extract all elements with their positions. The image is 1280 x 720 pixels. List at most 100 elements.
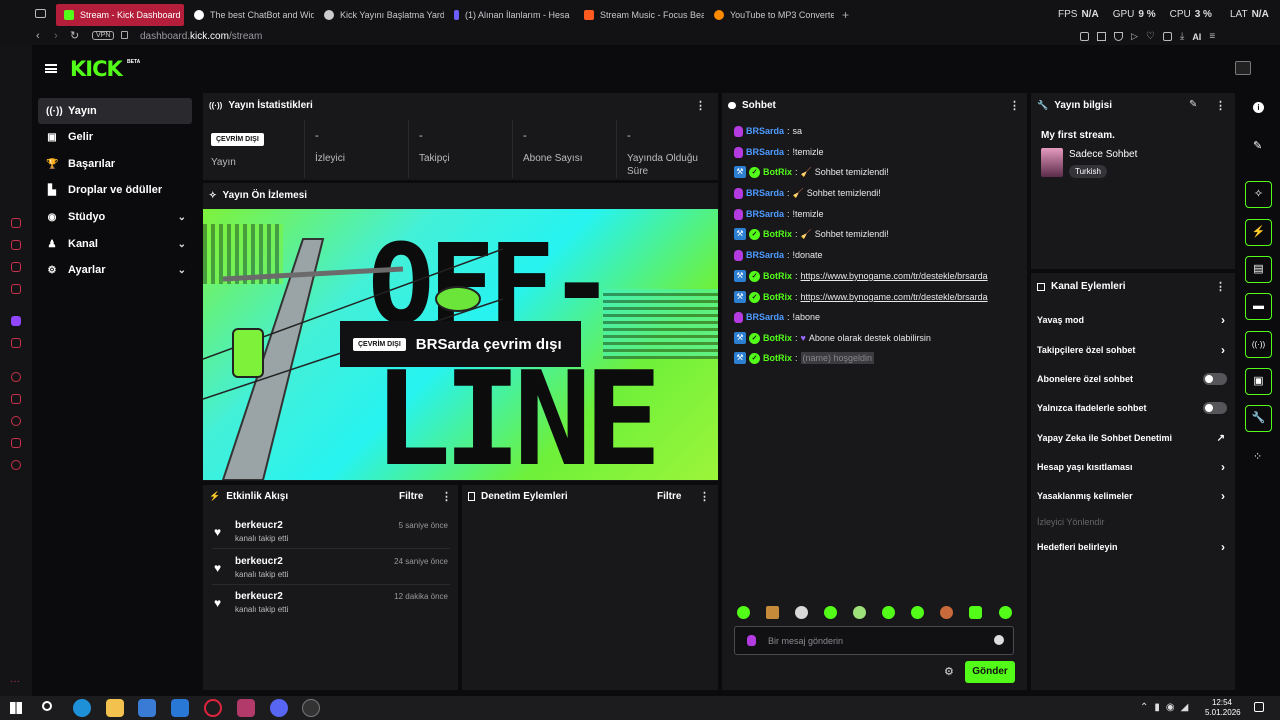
emote-icon[interactable] bbox=[766, 606, 779, 619]
channel-actions-menu-icon[interactable]: ⋮ bbox=[1215, 280, 1226, 293]
subscribers-only-toggle[interactable] bbox=[1203, 373, 1227, 385]
sidebar-app-icon[interactable] bbox=[11, 394, 21, 404]
dock-moderation-button[interactable]: ▤ bbox=[1245, 256, 1272, 283]
clock[interactable]: 12:54 5.01.2026 bbox=[1205, 698, 1241, 718]
snapshot-icon[interactable] bbox=[1097, 32, 1106, 41]
reload-icon[interactable]: ↻ bbox=[70, 29, 79, 42]
chat-user[interactable]: BotRix bbox=[763, 167, 792, 177]
category-name[interactable]: Sadece Sohbet bbox=[1069, 149, 1137, 160]
download-icon[interactable]: ⤓ bbox=[1180, 31, 1184, 42]
chat-message[interactable]: ⚒ ✓ BotRix: https://www.bynogame.com/tr/des… bbox=[734, 289, 988, 305]
emote-icon[interactable] bbox=[882, 606, 895, 619]
chat-message[interactable]: BRSarda: !temizle bbox=[734, 206, 824, 222]
emote-icon[interactable] bbox=[795, 606, 808, 619]
chat-user[interactable]: BotRix bbox=[763, 292, 792, 302]
sidebar-app-icon[interactable] bbox=[11, 338, 21, 348]
tab-youtube-mp3[interactable]: YouTube to MP3 Converte bbox=[706, 4, 834, 26]
store-icon[interactable] bbox=[138, 699, 156, 717]
stream-info-menu-icon[interactable]: ⋮ bbox=[1215, 99, 1226, 112]
emote-icon[interactable] bbox=[911, 606, 924, 619]
ai-label[interactable]: AI bbox=[1192, 32, 1201, 42]
chat-user[interactable]: BotRix bbox=[763, 353, 792, 363]
chat-message[interactable]: BRSarda: sa bbox=[734, 123, 802, 139]
dock-preview-button[interactable]: ✧ bbox=[1245, 181, 1272, 208]
forward-icon[interactable]: › bbox=[54, 30, 58, 42]
emote-icon[interactable] bbox=[969, 606, 982, 619]
dock-activity-button[interactable]: ⚡ bbox=[1245, 219, 1272, 246]
settings-icon[interactable] bbox=[11, 460, 21, 470]
url-text[interactable]: dashboard.kick.com/stream bbox=[140, 31, 262, 42]
emote-icon[interactable] bbox=[940, 606, 953, 619]
emote-icon[interactable] bbox=[853, 606, 866, 619]
discord-icon[interactable] bbox=[270, 699, 288, 717]
menu-icon[interactable]: ≡ bbox=[1209, 31, 1215, 42]
language-tag[interactable]: Turkish bbox=[1069, 165, 1107, 178]
nav-item-revenue[interactable]: ▣ Gelir bbox=[38, 124, 192, 150]
chat-message[interactable]: ⚒ ✓ BotRix: 🧹 Sohbet temizlendi! bbox=[734, 226, 889, 242]
activity-event[interactable]: ♥ berkeucr2 kanalı takip etti 5 saniye önce bbox=[212, 515, 450, 549]
action-ai-moderation[interactable]: Yapay Zeka ile Sohbet Denetimi ↗ bbox=[1037, 428, 1227, 448]
nav-item-settings[interactable]: ⚙ Ayarlar ⌄ bbox=[38, 257, 192, 283]
info-icon[interactable]: i bbox=[1253, 102, 1264, 113]
pin-icon[interactable] bbox=[1080, 32, 1089, 41]
chevron-down-icon[interactable]: ⌄ bbox=[178, 239, 186, 250]
emoji-picker-icon[interactable] bbox=[994, 635, 1004, 645]
chat-input[interactable]: Bir mesaj gönderin bbox=[734, 626, 1014, 655]
sidebar-app-icon[interactable] bbox=[11, 372, 21, 382]
obs-icon[interactable] bbox=[302, 699, 320, 717]
chat-message[interactable]: ⚒ ✓ BotRix: (name) hoşgeldin bbox=[734, 350, 875, 366]
hamburger-menu-icon[interactable] bbox=[45, 64, 57, 73]
back-icon[interactable]: ‹ bbox=[36, 30, 40, 42]
chat-message[interactable]: BRSarda: !temizle bbox=[734, 144, 824, 160]
dock-stats-button[interactable]: ((·)) bbox=[1245, 331, 1272, 358]
tab-stream-music[interactable]: Stream Music - Focus Bea bbox=[576, 4, 704, 26]
action-set-goals[interactable]: Hedefleri belirleyin › bbox=[1037, 537, 1227, 557]
vpn-badge[interactable]: VPN bbox=[92, 31, 115, 40]
chat-user[interactable]: BRSarda bbox=[746, 188, 784, 198]
moderation-filter-button[interactable]: Filtre bbox=[657, 491, 681, 502]
sidebar-app-icon[interactable] bbox=[11, 416, 21, 426]
pencil-icon[interactable]: ✎ bbox=[1253, 139, 1262, 152]
chevron-down-icon[interactable]: ⌄ bbox=[178, 212, 186, 223]
activity-filter-button[interactable]: Filtre bbox=[399, 491, 423, 502]
system-tray-icons[interactable]: ⌃▮◉◢ bbox=[1140, 702, 1194, 713]
chat-link[interactable]: https://www.bynogame.com/tr/destekle/brs… bbox=[801, 292, 988, 302]
chat-user[interactable]: BRSarda bbox=[746, 126, 784, 136]
tab-listings[interactable]: (1) Alınan İlanlarım - Hesa bbox=[446, 4, 574, 26]
chevron-down-icon[interactable]: ⌄ bbox=[178, 265, 186, 276]
sidebar-app-icon[interactable] bbox=[11, 284, 21, 294]
shield-icon[interactable] bbox=[1114, 32, 1123, 41]
tab-kick-dashboard[interactable]: Stream - Kick Dashboard bbox=[56, 4, 184, 26]
tab-chatbot[interactable]: The best ChatBot and Wid bbox=[186, 4, 314, 26]
chat-link[interactable]: https://www.bynogame.com/tr/destekle/brs… bbox=[801, 271, 988, 281]
chat-menu-icon[interactable]: ⋮ bbox=[1009, 99, 1020, 112]
heart-icon[interactable]: ♡ bbox=[1146, 31, 1155, 42]
action-account-age[interactable]: Hesap yaşı kısıtlaması › bbox=[1037, 457, 1227, 477]
mail-icon[interactable] bbox=[171, 699, 189, 717]
add-widget-icon[interactable]: ⁘ bbox=[1253, 450, 1262, 463]
more-icon[interactable]: ··· bbox=[10, 676, 20, 687]
send-button[interactable]: Gönder bbox=[965, 661, 1015, 683]
twitch-icon[interactable] bbox=[11, 316, 21, 326]
tab-kick-help[interactable]: Kick Yayını Başlatma Yard bbox=[316, 4, 444, 26]
category-thumbnail[interactable] bbox=[1041, 148, 1063, 177]
notifications-icon[interactable] bbox=[1254, 702, 1264, 712]
action-followers-only[interactable]: Takipçilere özel sohbet › bbox=[1037, 340, 1227, 360]
nav-item-stream[interactable]: ((·)) Yayın bbox=[38, 98, 192, 124]
activity-event[interactable]: ♥ berkeucr2 kanalı takip etti 24 saniye önc… bbox=[212, 551, 450, 585]
nav-item-studio[interactable]: ◉ Stüdyo ⌄ bbox=[38, 204, 192, 230]
dock-info-button[interactable]: 🔧 bbox=[1245, 405, 1272, 432]
activity-menu-icon[interactable]: ⋮ bbox=[441, 490, 452, 503]
emote-icon[interactable] bbox=[824, 606, 837, 619]
chat-user[interactable]: BotRix bbox=[763, 333, 792, 343]
search-icon[interactable] bbox=[42, 701, 52, 711]
file-explorer-icon[interactable] bbox=[106, 699, 124, 717]
sidebar-app-icon[interactable] bbox=[11, 262, 21, 272]
edge-icon[interactable] bbox=[73, 699, 91, 717]
nav-item-achievements[interactable]: 🏆 Başarılar bbox=[38, 151, 192, 177]
app-icon[interactable] bbox=[237, 699, 255, 717]
chat-user[interactable]: BRSarda bbox=[746, 209, 784, 219]
chat-message[interactable]: ⚒ ✓ BotRix: 🧹 Sohbet temizlendi! bbox=[734, 164, 889, 180]
emote-icon[interactable] bbox=[737, 606, 750, 619]
nav-item-channel[interactable]: ♟ Kanal ⌄ bbox=[38, 231, 192, 257]
